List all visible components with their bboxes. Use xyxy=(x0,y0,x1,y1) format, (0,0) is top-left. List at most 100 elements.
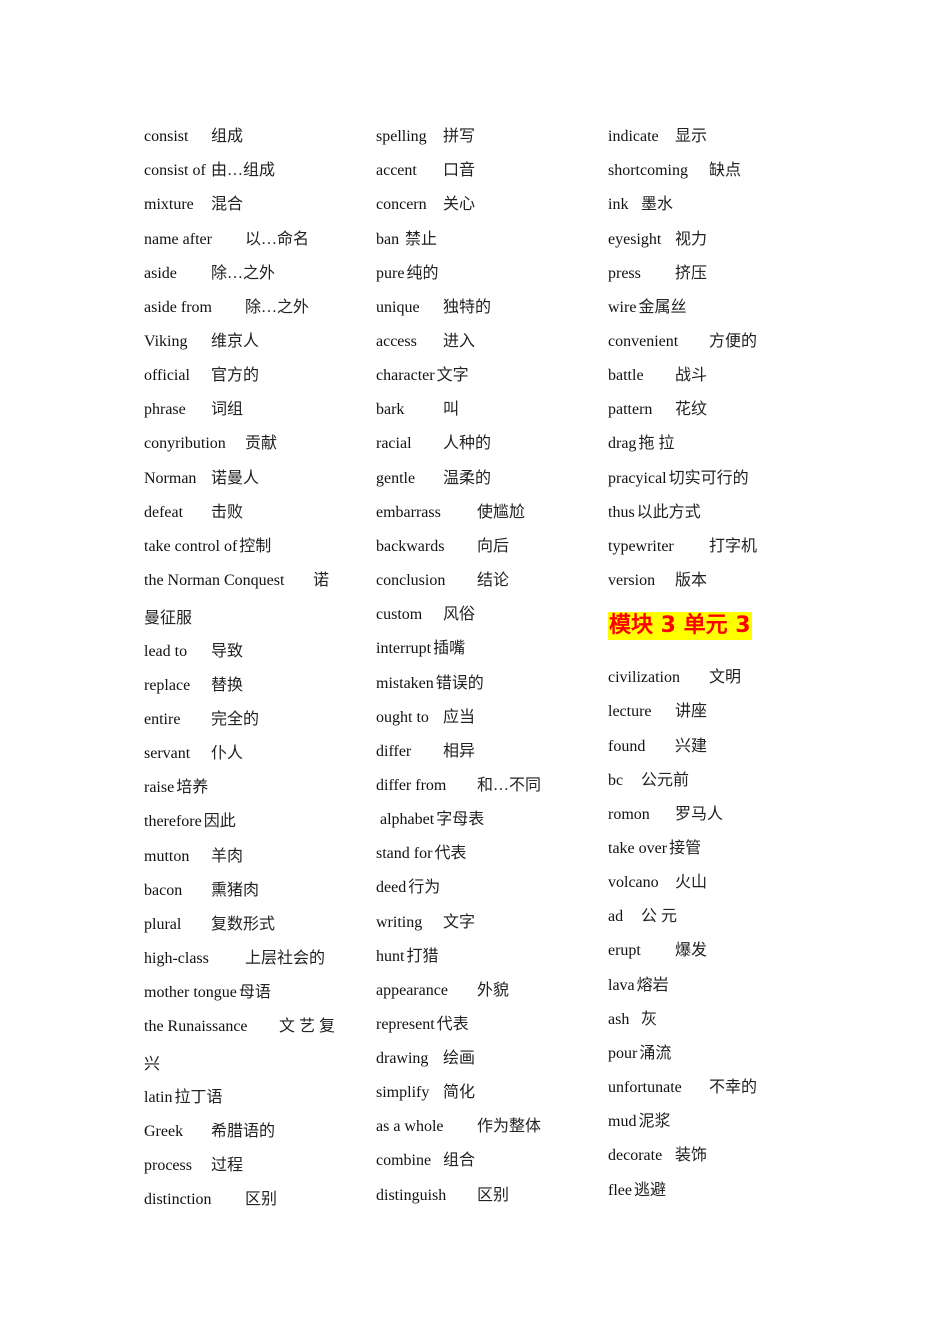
english-term: bc xyxy=(608,772,624,789)
chinese-translation: 完全的 xyxy=(211,711,260,728)
english-term: pattern xyxy=(608,401,653,418)
english-term: character xyxy=(376,367,435,384)
english-term: flee xyxy=(608,1182,632,1199)
chinese-translation: 诺曼人 xyxy=(211,470,260,487)
vocab-entry: differ 相异 xyxy=(376,742,475,762)
vocab-entry: mutton 羊肉 xyxy=(144,847,243,867)
chinese-translation: 相异 xyxy=(443,743,476,760)
chinese-translation: 金属丝 xyxy=(638,299,687,316)
chinese-translation: 由…组成 xyxy=(211,162,276,179)
vocab-entry: ban 禁止 xyxy=(376,230,437,250)
english-term: unique xyxy=(376,299,420,316)
english-term: interrupt xyxy=(376,640,432,657)
english-term: appearance xyxy=(376,982,448,999)
vocab-entry: process 过程 xyxy=(144,1156,243,1176)
vocab-entry: combine 组合 xyxy=(376,1151,475,1171)
english-term: wire xyxy=(608,299,637,316)
english-term: distinguish xyxy=(376,1187,447,1204)
vocab-entry: access 进入 xyxy=(376,332,475,352)
vocab-entry: unique 独特的 xyxy=(376,298,491,318)
english-term: entire xyxy=(144,711,181,728)
english-term: pure xyxy=(376,265,405,282)
vocab-entry: pracyical 切实可行的 xyxy=(608,469,749,489)
english-term: mistaken xyxy=(376,675,434,692)
chinese-translation: 装饰 xyxy=(675,1147,708,1164)
vocab-entry: replace 替换 xyxy=(144,676,243,696)
vocab-entry: bark 叫 xyxy=(376,400,459,420)
vocab-entry: version 版本 xyxy=(608,571,707,591)
vocab-entry: indicate 显示 xyxy=(608,127,707,147)
english-term: take over xyxy=(608,840,668,857)
english-term: raise xyxy=(144,779,175,796)
chinese-translation: 火山 xyxy=(675,874,708,891)
chinese-translation: 外貌 xyxy=(477,982,510,999)
chinese-translation: 应当 xyxy=(443,709,476,726)
chinese-translation: 花纹 xyxy=(675,401,708,418)
chinese-translation: 羊肉 xyxy=(211,848,244,865)
english-term: name after xyxy=(144,231,212,248)
chinese-translation: 灰 xyxy=(641,1011,658,1028)
chinese-translation: 讲座 xyxy=(675,703,708,720)
english-term: embarrass xyxy=(376,504,441,521)
chinese-translation: 简化 xyxy=(443,1084,476,1101)
chinese-translation: 击败 xyxy=(211,504,244,521)
chinese-translation: 绘画 xyxy=(443,1050,476,1067)
vocab-entry: character 文字 xyxy=(376,366,469,386)
vocab-entry: eyesight 视力 xyxy=(608,230,707,250)
chinese-translation: 以此方式 xyxy=(636,504,701,521)
chinese-translation: 公元前 xyxy=(641,772,690,789)
chinese-translation: 纯的 xyxy=(406,265,439,282)
chinese-translation: 错误的 xyxy=(435,675,484,692)
vocab-entry: battle 战斗 xyxy=(608,366,707,386)
chinese-translation: 墨水 xyxy=(641,196,674,213)
chinese-translation: 爆发 xyxy=(675,942,708,959)
vocab-entry: stand for 代表 xyxy=(376,844,466,864)
chinese-translation: 进入 xyxy=(443,333,476,350)
vocab-entry: spelling 拼写 xyxy=(376,127,475,147)
vocab-entry: convenient 方便的 xyxy=(608,332,757,352)
vocab-entry: lead to 导致 xyxy=(144,642,243,662)
vocab-entry: name after 以…命名 xyxy=(144,230,309,250)
vocab-entry: consist of 由…组成 xyxy=(144,161,275,181)
vocab-entry: latin 拉丁语 xyxy=(144,1088,222,1108)
english-term: latin xyxy=(144,1089,173,1106)
english-term: mother tongue xyxy=(144,984,237,1001)
chinese-translation: 拖 拉 xyxy=(638,435,675,452)
english-term: Norman xyxy=(144,470,197,487)
vocab-entry: mistaken 错误的 xyxy=(376,674,484,694)
chinese-translation: 替换 xyxy=(211,677,244,694)
vocab-entry: deed 行为 xyxy=(376,878,440,898)
english-term: high-class xyxy=(144,950,209,967)
chinese-translation: 复数形式 xyxy=(211,916,276,933)
chinese-translation: 熏猪肉 xyxy=(211,882,260,899)
english-term: combine xyxy=(376,1152,432,1169)
vocab-entry: lava 熔岩 xyxy=(608,976,669,996)
chinese-translation: 战斗 xyxy=(675,367,708,384)
vocab-entry: ash 灰 xyxy=(608,1010,657,1030)
chinese-translation: 视力 xyxy=(675,231,708,248)
chinese-translation: 官方的 xyxy=(211,367,260,384)
english-term: consist xyxy=(144,128,189,145)
english-term: mutton xyxy=(144,848,190,865)
chinese-translation: 方便的 xyxy=(709,333,758,350)
chinese-translation: 涌流 xyxy=(639,1045,672,1062)
chinese-translation: 除…之外 xyxy=(245,299,310,316)
vocab-entry: flee 逃避 xyxy=(608,1181,666,1201)
english-term: lead to xyxy=(144,643,188,660)
english-term: found xyxy=(608,738,646,755)
english-term: convenient xyxy=(608,333,679,350)
vocab-entry: official 官方的 xyxy=(144,366,259,386)
chinese-translation: 诺 xyxy=(313,572,330,589)
chinese-translation: 文字 xyxy=(443,914,476,931)
english-term: custom xyxy=(376,606,423,623)
english-term: official xyxy=(144,367,190,384)
english-term: indicate xyxy=(608,128,659,145)
chinese-translation: 因此 xyxy=(203,813,236,830)
vocab-entry: ought to 应当 xyxy=(376,708,475,728)
english-term: press xyxy=(608,265,641,282)
vocab-entry: raise 培养 xyxy=(144,778,208,798)
vocab-entry: appearance 外貌 xyxy=(376,981,509,1001)
english-term: the Runaissance xyxy=(144,1018,248,1035)
vocab-entry: therefore 因此 xyxy=(144,812,236,832)
english-term: deed xyxy=(376,879,407,896)
